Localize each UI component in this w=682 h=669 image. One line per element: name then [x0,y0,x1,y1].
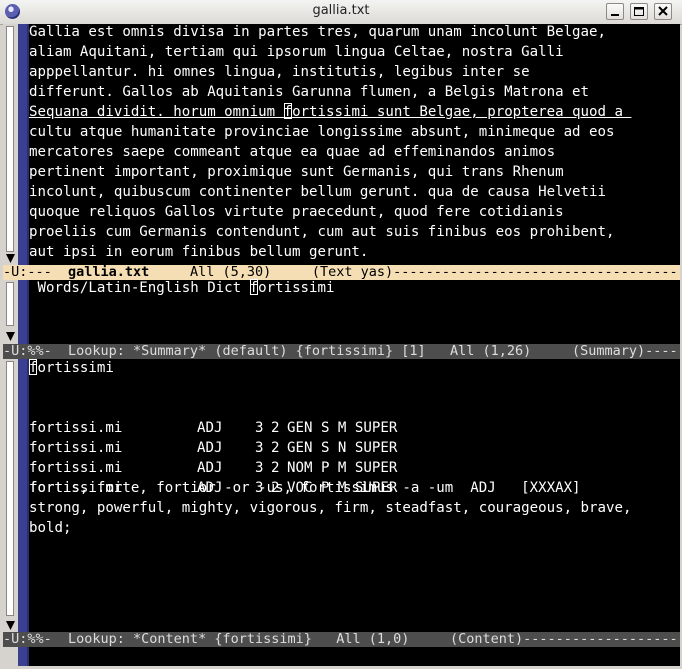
scrollbar-thumb-pane1[interactable] [6,26,14,252]
inflection-variant: 2 [271,460,280,476]
buffer-line: aut ipsi in eorum finibus bellum gerunt. [29,244,369,260]
window-title: gallia.txt [312,3,370,18]
buffer-line: pertinent important, proximique sunt Ger… [29,164,564,180]
buffer-line: apppellantur. hi omnes lingua, instituti… [29,64,530,80]
buffer-line: proeliis cum Germanis contendunt, cum au… [29,224,615,240]
buffer-line: incolunt, quibuscum continenter bellum g… [29,184,606,200]
entry-heading: fortissimi [29,358,114,378]
definition-line: fortis, forte, fortior -or -us, fortissi… [29,480,581,496]
cursor-char: f [249,280,259,296]
summary-word: ortissimi [258,280,335,296]
minimize-button[interactable] [606,3,624,20]
inflection-row: fortissi.mi ADJ 3 2 GEN S M SUPER [29,398,397,436]
buffer-line-current: Sequana dividit. horum omnium fortissimi… [29,102,631,122]
buffer-line: Gallia est omnis divisa in partes tres, … [29,24,606,40]
scroll-down-arrow-icon[interactable] [6,254,15,263]
echo-area-fringe [3,647,18,666]
buffer-line: quoque reliquos Gallos virtute praecedun… [29,204,564,220]
inflection-pos: ADJ [197,440,223,456]
inflection-row: fortissi.mi ADJ 3 2 NOM P M SUPER [29,438,397,476]
inflection-grammar: GEN S M SUPER [287,420,398,436]
close-icon [658,6,668,16]
inflection-row: fortissi.mi ADJ 3 2 VOC P M SUPER [29,458,397,496]
buffer-line: cultu atque humanitate provinciae longis… [29,124,615,140]
scrollbar-thumb-pane3[interactable] [6,361,14,616]
cursor-char: f [283,104,293,120]
buffer-line: mercatores saepe commeant atque ea quae … [29,144,556,160]
close-button[interactable] [654,3,672,20]
inflection-row: fortissi.mi ADJ 3 2 GEN S N SUPER [29,418,397,456]
maximize-icon [634,7,644,16]
scrollbar-pane3[interactable] [3,359,18,632]
buffer-line: differunt. Gallos ab Aquitanis Garunna f… [29,84,590,100]
cursor-char: f [29,360,38,376]
scroll-down-arrow-icon[interactable] [6,332,15,341]
summary-prompt: Words/Latin-English Dict [29,280,250,296]
summary-line[interactable]: Words/Latin-English Dict fortissimi [29,278,335,298]
line-text-after-cursor: ortissimi sunt Belgae, propterea quod a [292,104,632,120]
emacs-frame: Gallia est omnis divisa in partes tres, … [3,24,680,666]
minimize-icon [611,14,619,16]
inflection-pos: ADJ [197,420,223,436]
mode-line-content[interactable]: -U:%%- Lookup: *Content* {fortissimi} Al… [3,632,680,647]
scrollbar-pane1[interactable] [3,24,18,265]
scrollbar-thumb-pane2[interactable] [6,282,14,326]
inflection-declension: 3 [255,440,264,456]
inflection-declension: 3 [255,420,264,436]
line-text-before-cursor: Sequana dividit. horum omnium [29,104,284,120]
maximize-button[interactable] [630,3,648,20]
inflection-grammar: NOM P M SUPER [287,460,398,476]
scroll-down-arrow-icon[interactable] [6,621,15,630]
inflection-variant: 2 [271,440,280,456]
buffer-line: aliam Aquitani, tertiam qui ipsorum ling… [29,44,564,60]
entry-heading-rest: ortissimi [37,360,114,376]
definition-line: strong, powerful, mighty, vigorous, firm… [29,500,632,516]
inflection-grammar: GEN S N SUPER [287,440,398,456]
inflection-declension: 3 [255,460,264,476]
inflection-variant: 2 [271,420,280,436]
echo-area[interactable] [29,647,680,666]
mode-line-summary[interactable]: -U:%%- Lookup: *Summary* (default) {fort… [3,344,680,359]
definition-line: bold; [29,520,72,536]
scrollbar-pane2[interactable] [3,280,18,344]
inflection-pos: ADJ [197,460,223,476]
